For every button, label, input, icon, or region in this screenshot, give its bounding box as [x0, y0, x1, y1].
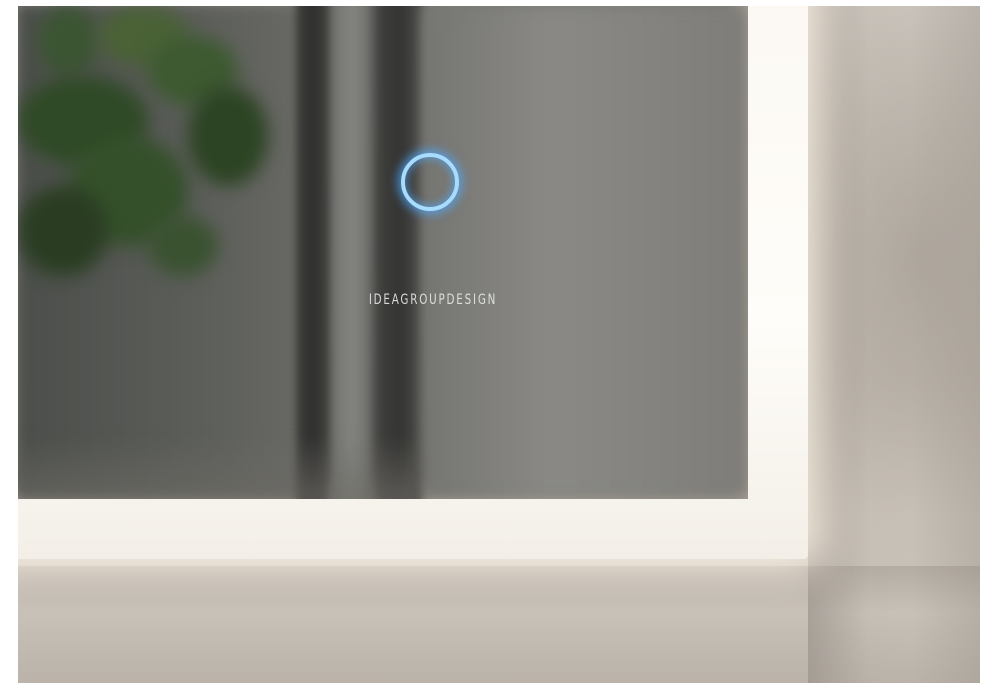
reflection-pillar: [373, 6, 423, 499]
mirror-glass: IDEAGROUPDESIGN: [18, 6, 748, 499]
plant-reflection: [18, 186, 108, 276]
plant-reflection: [188, 86, 268, 186]
touch-sensor-icon[interactable]: [401, 153, 459, 211]
reflection-pillar: [296, 6, 330, 499]
product-photo: IDEAGROUPDESIGN: [18, 6, 980, 683]
reflection-right: [423, 6, 748, 499]
reflection-gap: [330, 6, 373, 499]
brand-logo-text: IDEAGROUPDESIGN: [368, 292, 498, 308]
reflection-floor: [18, 436, 418, 499]
wall-shadow-bottom: [18, 566, 980, 683]
plant-reflection: [148, 216, 218, 276]
plant-reflection: [38, 6, 98, 76]
